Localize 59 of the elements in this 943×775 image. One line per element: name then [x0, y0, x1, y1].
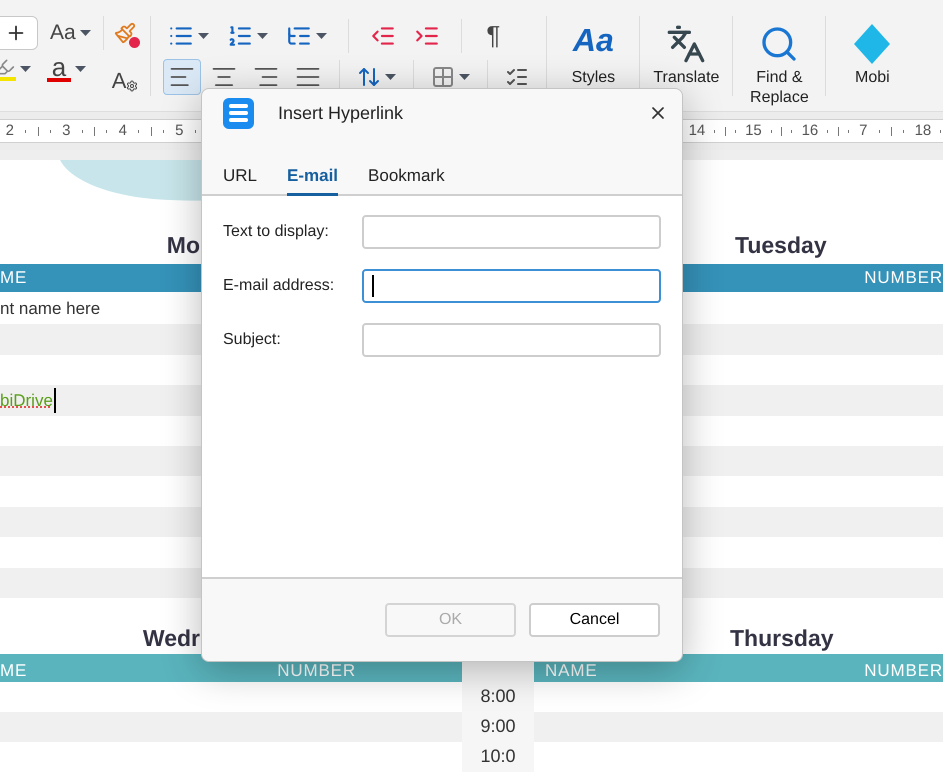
caret-icon [198, 32, 210, 38]
input-field[interactable] [362, 268, 661, 302]
column-heading: ME [0, 662, 28, 679]
time-cell: 8:00 [462, 682, 534, 712]
line-spacing-icon [357, 65, 382, 89]
time-cell: 10:0 [462, 742, 534, 772]
column-heading: NUMBER [864, 267, 943, 290]
input-field[interactable] [362, 322, 661, 356]
show-formatting-button[interactable]: ¶ [478, 16, 508, 55]
highlighter-icon [0, 57, 15, 77]
ruler-number: 14 [688, 120, 706, 141]
column-heading: ME [0, 267, 28, 290]
ribbon-button[interactable]: Mobi [826, 16, 918, 88]
ruler-number: 4 [118, 120, 127, 141]
align-left-button[interactable] [163, 59, 202, 95]
caret-icon [257, 32, 268, 38]
ruler-number: 18 [914, 120, 932, 141]
time-cell: 9:00 [462, 712, 534, 742]
field-label: Text to display: [223, 222, 330, 242]
ruler-number: 5 [175, 120, 184, 141]
borders-icon [431, 65, 456, 89]
table-cell-text: nt name here [0, 298, 100, 320]
text-color-button[interactable]: a [47, 56, 86, 82]
ribbon-button[interactable]: Find & Replace [733, 16, 826, 108]
ruler-number: 3 [62, 120, 70, 141]
column-heading: NUMBER [277, 662, 356, 679]
app-icon [223, 98, 254, 128]
caret-icon [80, 30, 91, 36]
column-heading: NAME [545, 662, 598, 679]
day-title: Tuesday [735, 232, 827, 258]
ruler-number: 16 [802, 120, 818, 141]
caret-icon [385, 74, 396, 80]
caret-icon [459, 74, 470, 80]
day-title: Wedr [142, 624, 200, 651]
gear-icon [126, 80, 138, 92]
tab[interactable]: URL [223, 163, 258, 196]
ruler-number: 2 [6, 120, 14, 141]
column-heading: NUMBER [864, 662, 943, 679]
field-label: Subject: [223, 330, 282, 350]
caret-icon [75, 66, 86, 72]
cancel-button[interactable]: Cancel [529, 603, 660, 637]
tab[interactable]: Bookmark [368, 163, 445, 196]
ribbon-button[interactable]: Aa Styles [547, 16, 640, 88]
field-label: E-mail address: [223, 276, 336, 296]
input-field[interactable] [362, 214, 661, 248]
highlight-button[interactable] [0, 57, 31, 81]
ruler-number: 7 [859, 120, 868, 141]
add-button[interactable] [0, 16, 38, 50]
caret-icon [20, 66, 31, 72]
font-case-button[interactable]: Aa [46, 17, 95, 49]
paintbrush-icon [114, 22, 136, 44]
day-title: Thursday [730, 624, 834, 651]
font-settings-button[interactable]: A [112, 58, 138, 92]
day-title: Mo [166, 232, 200, 258]
dialog-title: Insert Hyperlink [278, 102, 404, 125]
ruler-number: 15 [745, 120, 762, 141]
caret-icon [316, 32, 328, 38]
table-cell: biDrive [0, 388, 56, 414]
ribbon-button[interactable]: Translate [640, 16, 732, 88]
